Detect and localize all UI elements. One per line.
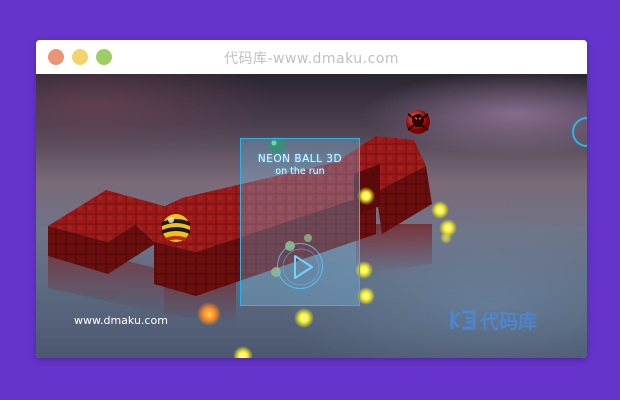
- game-canvas[interactable]: NEON BALL 3D on the run www.dmaku.com 代码…: [36, 74, 587, 358]
- window-titlebar: 代码库-www.dmaku.com: [36, 40, 587, 74]
- ring-edge-decoration: [572, 117, 587, 147]
- site-watermark-text: www.dmaku.com: [74, 314, 168, 327]
- orb-core: [445, 225, 451, 231]
- play-button[interactable]: [277, 243, 323, 289]
- brand-logo-icon: [450, 310, 476, 330]
- skull-ball-icon: [406, 110, 430, 134]
- browser-window: 代码库-www.dmaku.com NEON BALL 3D on the ru…: [36, 40, 587, 358]
- orb-reflection: [440, 232, 452, 244]
- play-icon: [282, 248, 320, 286]
- orb-core: [363, 293, 369, 299]
- start-menu-panel: NEON BALL 3D on the run: [240, 138, 360, 306]
- game-subtitle: on the run: [275, 166, 325, 177]
- orb-core: [361, 267, 367, 273]
- brand-watermark-text: 代码库: [480, 311, 538, 333]
- orb-core: [363, 193, 369, 199]
- game-title: NEON BALL 3D: [257, 153, 343, 165]
- orange-orb: [197, 302, 221, 326]
- window-title: 代码库-www.dmaku.com: [223, 51, 400, 67]
- orb-core: [300, 314, 308, 322]
- brand-watermark-logo: 代码库: [448, 306, 558, 334]
- orb-core: [437, 207, 443, 213]
- striped-ball-icon: [162, 214, 190, 242]
